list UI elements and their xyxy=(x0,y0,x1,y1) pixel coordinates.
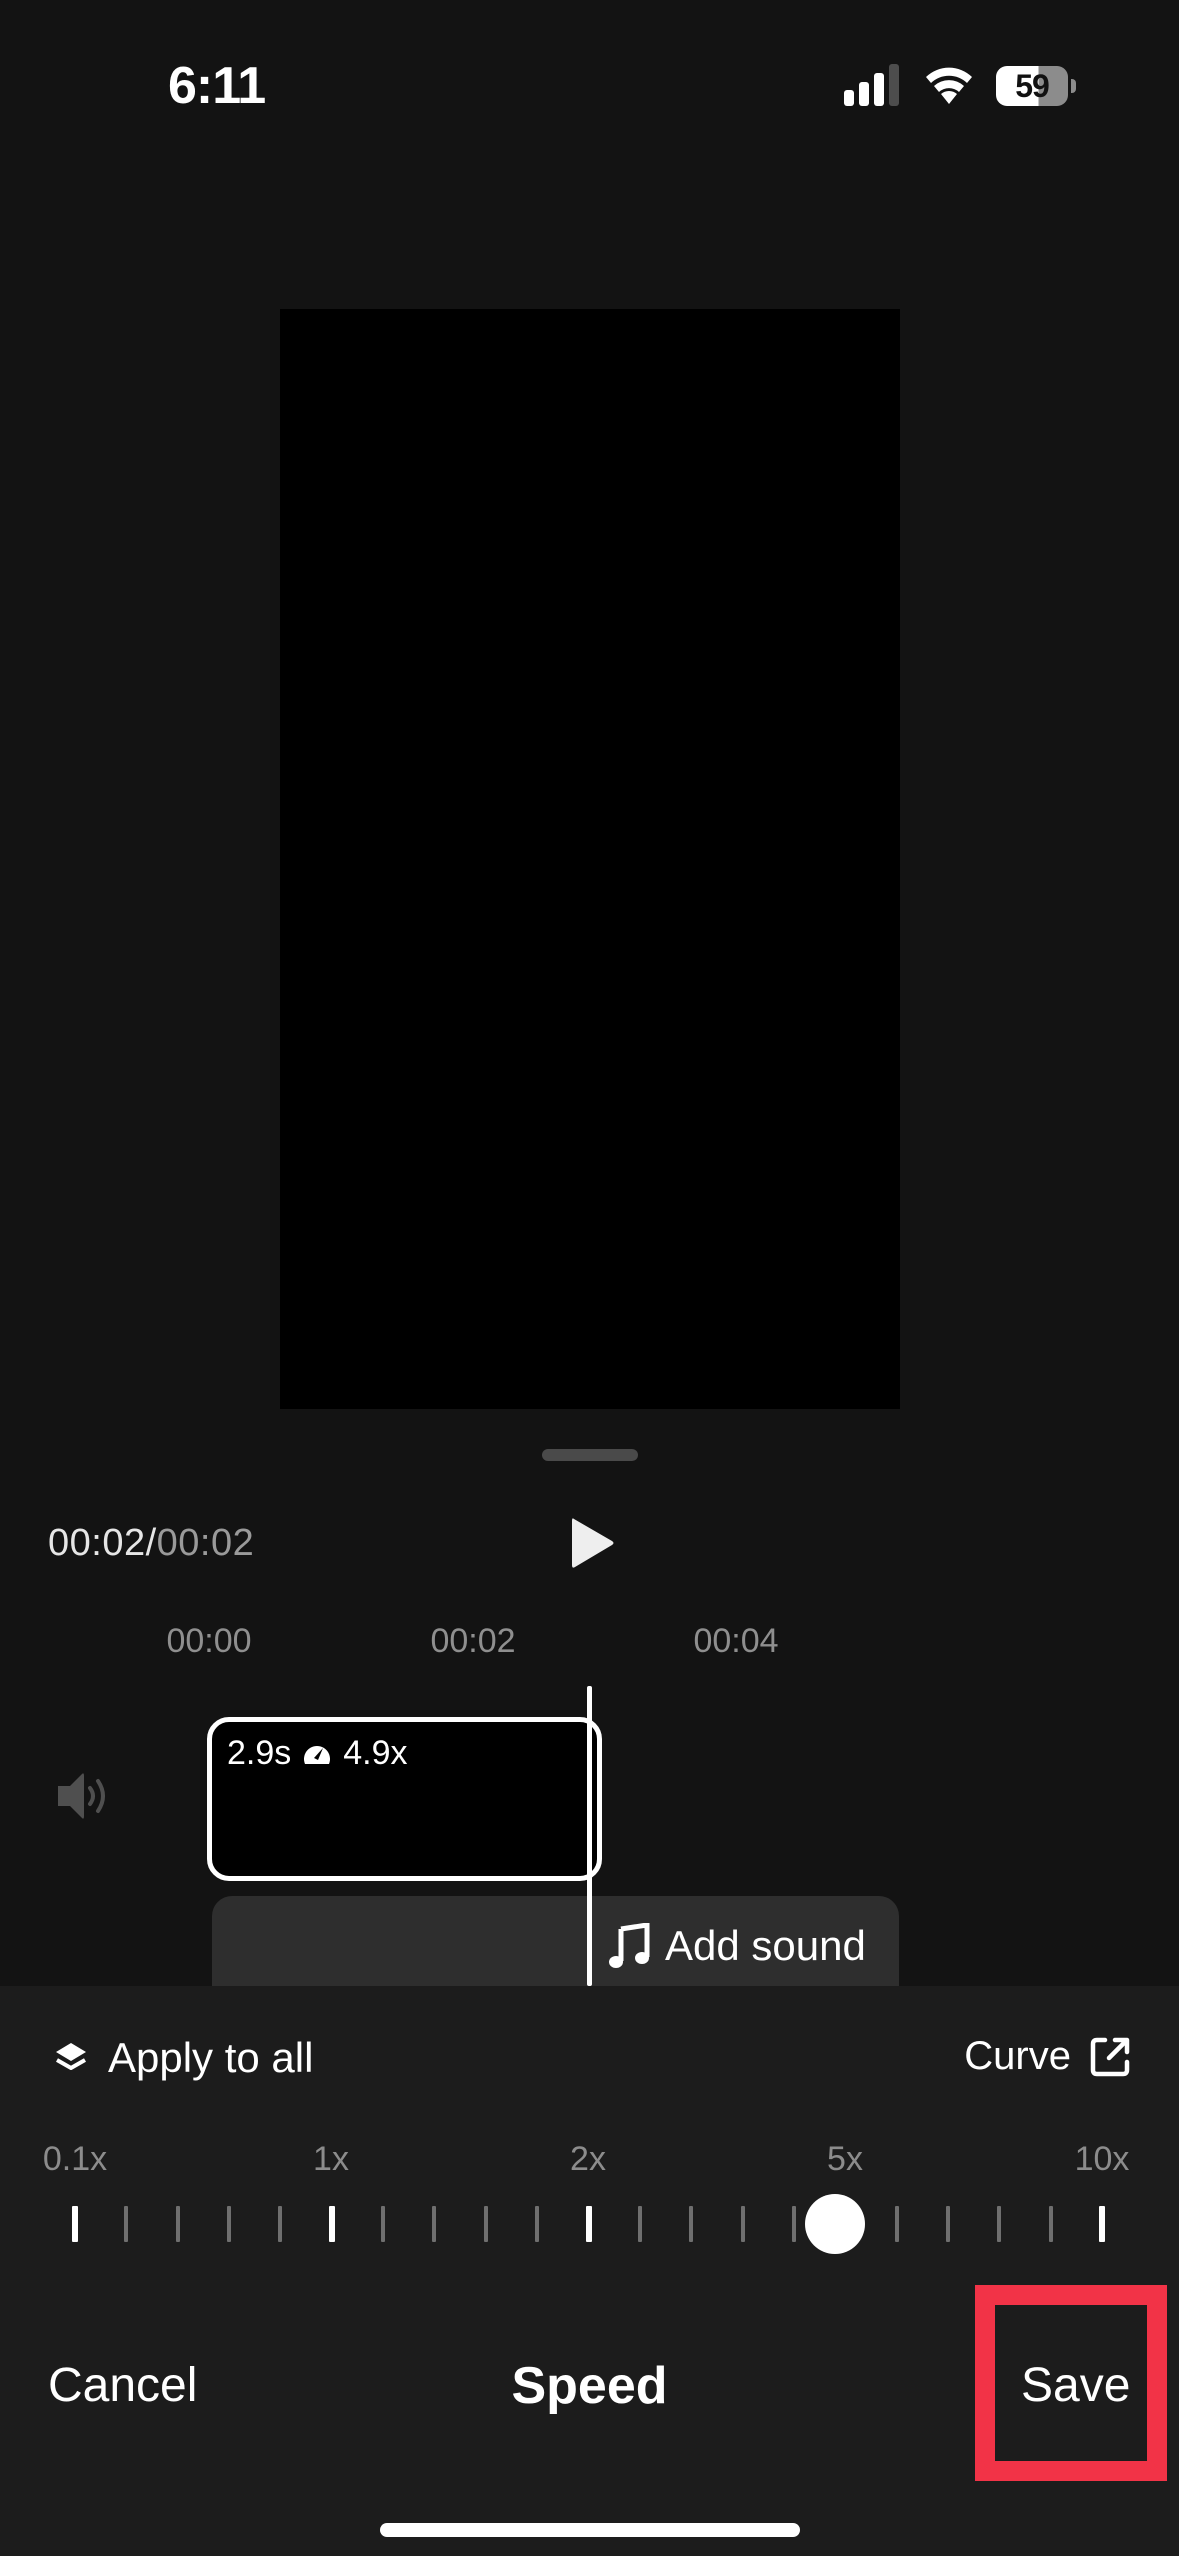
clip-speed: 4.9x xyxy=(343,1734,408,1772)
speed-slider[interactable] xyxy=(60,2190,1120,2270)
slider-tick xyxy=(791,2206,796,2242)
clip-duration: 2.9s xyxy=(227,1734,292,1772)
slider-tick xyxy=(278,2206,283,2242)
add-sound-button[interactable]: Add sound xyxy=(609,1922,866,1970)
slider-tick xyxy=(945,2206,950,2242)
slider-tick xyxy=(894,2206,899,2242)
speed-label-5x: 5x xyxy=(827,2140,863,2178)
speed-label-2x: 2x xyxy=(570,2140,606,2178)
panel-title: Speed xyxy=(511,2357,668,2415)
slider-tick xyxy=(227,2206,232,2242)
slider-tick xyxy=(381,2206,386,2242)
current-time: 00:02 xyxy=(48,1522,146,1564)
slider-tick xyxy=(535,2206,540,2242)
slider-tick xyxy=(689,2206,694,2242)
clip-info: 2.9s 4.9x xyxy=(227,1734,408,1773)
slider-major-tick xyxy=(585,2206,592,2242)
save-button[interactable]: Save xyxy=(1021,2358,1130,2413)
curve-label: Curve xyxy=(964,2034,1071,2078)
curve-button[interactable]: Curve xyxy=(964,2034,1131,2079)
slider-major-tick xyxy=(328,2206,335,2242)
external-link-icon xyxy=(1090,2037,1130,2076)
time-separator: / xyxy=(145,1522,157,1564)
slider-tick xyxy=(175,2206,180,2242)
battery-icon: 59 xyxy=(996,66,1078,106)
status-time: 6:11 xyxy=(168,57,266,115)
slider-tick xyxy=(740,2206,745,2242)
apply-to-all-button[interactable]: Apply to all xyxy=(52,2034,313,2082)
ruler-label: 00:04 xyxy=(693,1622,779,1660)
battery-percent: 59 xyxy=(996,66,1068,106)
total-time: 00:02 xyxy=(156,1522,255,1564)
speaker-icon[interactable] xyxy=(54,1766,114,1826)
layers-icon xyxy=(56,2043,86,2070)
speed-label-0.1x: 0.1x xyxy=(42,2140,108,2178)
slider-major-tick xyxy=(72,2206,78,2242)
play-button[interactable] xyxy=(568,1515,618,1571)
cancel-button[interactable]: Cancel xyxy=(48,2358,197,2413)
cellular-signal-icon xyxy=(844,64,900,106)
slider-tick xyxy=(432,2206,437,2242)
add-sound-label: Add sound xyxy=(665,1922,866,1969)
sheet-drag-handle[interactable] xyxy=(542,1449,638,1461)
slider-tick xyxy=(483,2206,488,2242)
playhead[interactable] xyxy=(587,1686,592,1986)
play-icon xyxy=(572,1518,614,1568)
wifi-icon xyxy=(924,62,974,104)
slider-tick xyxy=(997,2206,1002,2242)
ruler-label: 00:00 xyxy=(166,1622,252,1660)
ruler-label: 00:02 xyxy=(430,1622,516,1660)
speed-label-1x: 1x xyxy=(313,2140,349,2178)
music-note-icon xyxy=(609,1923,650,1968)
apply-to-all-label: Apply to all xyxy=(108,2034,314,2081)
slider-major-tick xyxy=(1099,2206,1105,2242)
video-preview[interactable] xyxy=(280,309,900,1409)
slider-tick xyxy=(637,2206,642,2242)
speedometer-icon xyxy=(304,1745,331,1764)
home-indicator[interactable] xyxy=(380,2523,800,2537)
slider-tick xyxy=(124,2206,129,2242)
slider-thumb[interactable] xyxy=(804,2194,865,2254)
playback-time: 00:02/00:02 xyxy=(48,1522,254,1565)
speed-label-10x: 10x xyxy=(1074,2140,1130,2178)
video-clip[interactable]: 2.9s 4.9x xyxy=(207,1717,602,1881)
slider-tick xyxy=(1048,2206,1053,2242)
